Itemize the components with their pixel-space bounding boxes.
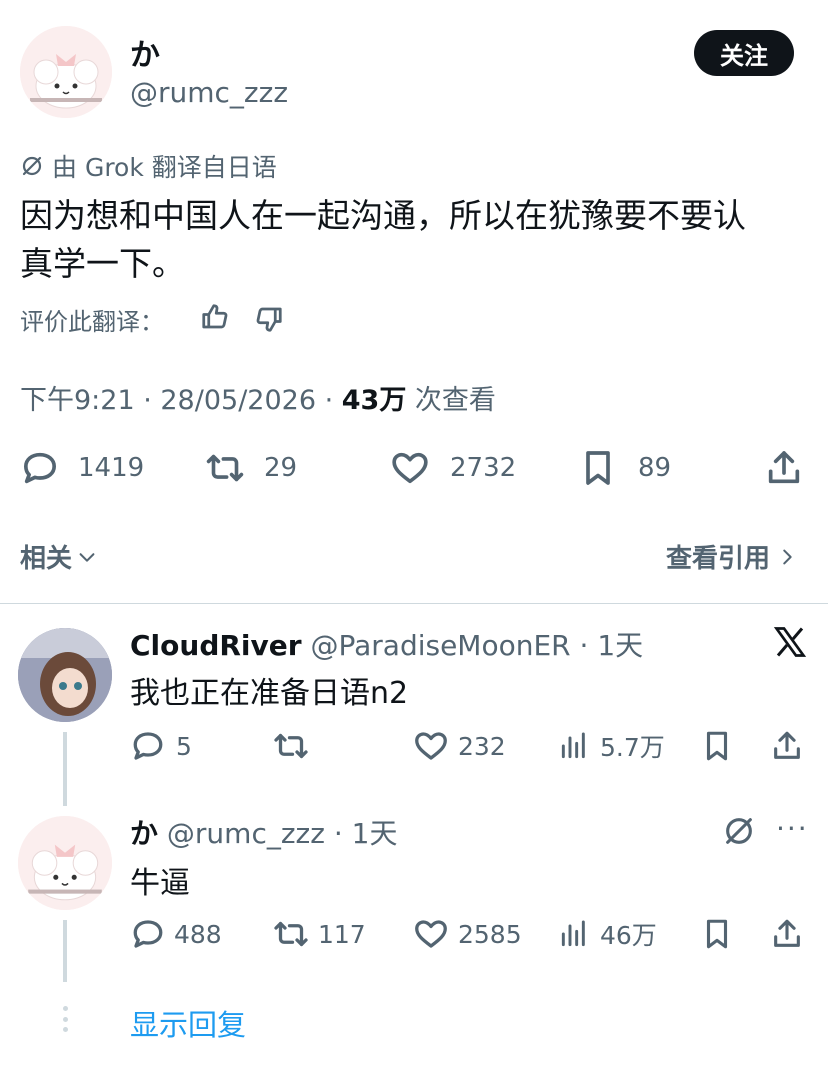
chevron-down-icon (79, 552, 95, 562)
reply-2-name[interactable]: か (130, 817, 158, 850)
heart-icon (415, 920, 447, 948)
reply-1-avatar[interactable] (18, 628, 112, 722)
grok-icon (22, 156, 42, 176)
thread-dots (61, 1006, 69, 1032)
follow-button[interactable]: 关注 (694, 30, 794, 76)
reply-2-view-count: 46万 (600, 921, 657, 950)
grok-icon[interactable] (722, 814, 756, 848)
reply-2-like-action[interactable]: 2585 (412, 916, 522, 952)
rate-translation-label: 评价此翻译： (20, 308, 164, 336)
reply-1-handle[interactable]: @ParadiseMoonER · 1天 (310, 629, 643, 662)
reply-2-header: か @rumc_zzz · 1天 (130, 812, 397, 852)
reply-2-like-count: 2585 (458, 919, 522, 949)
post-text: 因为想和中国人在一起沟通，所以在犹豫要不要认 真学一下。 (20, 192, 746, 288)
reply-2-thread-line (63, 920, 67, 982)
share-icon[interactable] (764, 448, 804, 488)
share-icon[interactable] (770, 916, 804, 952)
section-divider (0, 603, 828, 604)
reply-icon (24, 452, 57, 484)
reply-count: 1419 (78, 453, 145, 483)
translated-by-label: 由 Grok 翻译自日语 (52, 153, 277, 182)
thumbs-down-icon[interactable] (254, 304, 284, 334)
cat-avatar-icon (18, 816, 112, 910)
reply-1-name[interactable]: CloudRiver (130, 629, 302, 662)
post-time[interactable]: 下午9:21 · 28/05/2026 · (20, 385, 342, 416)
view-count: 43万 (341, 385, 407, 416)
reply-1-text: 我也正在准备日语n2 (130, 676, 409, 711)
reply-2-reply-count: 488 (174, 919, 222, 949)
reply-2-avatar[interactable] (18, 816, 112, 910)
grok-translate-note[interactable]: 由 Grok 翻译自日语 (20, 148, 277, 184)
bookmark-icon[interactable] (700, 728, 734, 764)
views-chart-icon (561, 732, 585, 759)
views-chart-icon (561, 920, 585, 947)
anime-avatar-icon (18, 628, 112, 722)
chevron-right-icon (783, 549, 792, 564)
repost-icon (274, 921, 308, 947)
heart-icon (415, 732, 447, 760)
show-replies-link[interactable]: 显示回复 (130, 1002, 246, 1044)
post-text-line1: 因为想和中国人在一起沟通，所以在犹豫要不要认 (20, 196, 746, 235)
view-quotes-label: 查看引用 (666, 544, 771, 574)
reply-1-repost-action[interactable] (270, 728, 322, 764)
more-options-icon[interactable]: ··· (776, 812, 809, 845)
reply-2-views-action[interactable]: 46万 (558, 916, 657, 952)
reply-2-reply-action[interactable]: 488 (130, 916, 222, 952)
reply-1-reply-count: 5 (176, 731, 192, 761)
reply-2-repost-action[interactable]: 117 (270, 916, 366, 952)
reply-2-repost-count: 117 (318, 919, 366, 949)
repost-action[interactable]: 29 (202, 448, 297, 488)
share-icon[interactable] (770, 728, 804, 764)
reply-icon (133, 920, 163, 948)
author-handle[interactable]: @rumc_zzz (130, 76, 288, 109)
author-avatar[interactable] (20, 26, 112, 118)
reply-2-handle[interactable]: @rumc_zzz · 1天 (167, 817, 398, 850)
reply-1-thread-line (63, 732, 67, 806)
bookmark-action[interactable]: 89 (578, 448, 671, 488)
post-text-line2: 真学一下。 (20, 244, 185, 283)
reply-1-view-count: 5.7万 (600, 733, 665, 762)
reply-icon (133, 732, 163, 760)
view-suffix: 次查看 (406, 385, 496, 416)
bookmark-icon (586, 451, 610, 485)
author-name[interactable]: か (130, 30, 160, 74)
related-toggle[interactable]: 相关 (20, 538, 98, 575)
heart-icon (392, 452, 428, 484)
thumbs-up-icon[interactable] (200, 302, 230, 332)
post-meta: 下午9:21 · 28/05/2026 · 43万 次查看 (20, 378, 496, 417)
reply-action[interactable]: 1419 (20, 448, 144, 488)
reply-1-like-count: 232 (458, 731, 506, 761)
like-action[interactable]: 2732 (388, 448, 516, 488)
reply-1-views-action[interactable]: 5.7万 (558, 728, 665, 764)
reply-1-header: CloudRiver @ParadiseMoonER · 1天 (130, 624, 643, 664)
bookmark-icon[interactable] (700, 916, 734, 952)
reply-2-text: 牛逼 (130, 866, 190, 901)
reply-1-reply-action[interactable]: 5 (130, 728, 192, 764)
x-logo-icon[interactable] (772, 624, 808, 660)
view-quotes-link[interactable]: 查看引用 (666, 538, 798, 575)
reply-1-like-action[interactable]: 232 (412, 728, 506, 764)
bookmark-count: 89 (638, 453, 672, 483)
like-count: 2732 (450, 453, 517, 483)
cat-avatar-icon (20, 26, 112, 118)
repost-icon (274, 733, 308, 759)
repost-icon (206, 454, 244, 482)
related-label: 相关 (20, 544, 73, 574)
repost-count: 29 (264, 453, 298, 483)
